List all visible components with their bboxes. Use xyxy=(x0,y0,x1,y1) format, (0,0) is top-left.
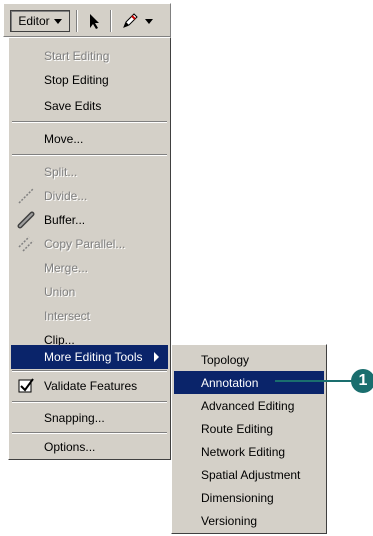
menu-item-label: Options... xyxy=(44,440,96,454)
submenu-item-dimensioning[interactable]: Dimensioning xyxy=(174,486,324,509)
submenu-item-label: Advanced Editing xyxy=(201,398,295,413)
menu-item-start-editing[interactable]: Start Editing xyxy=(11,44,168,68)
menu-item-label: Merge... xyxy=(44,261,89,275)
more-editing-tools-submenu: Topology Annotation Advanced Editing Rou… xyxy=(171,344,327,534)
menu-item-copy-parallel[interactable]: Copy Parallel... xyxy=(11,232,168,256)
submenu-item-label: Spatial Adjustment xyxy=(201,467,301,482)
callout-number: 1 xyxy=(358,372,368,389)
submenu-item-label: Network Editing xyxy=(201,444,286,459)
menu-item-intersect[interactable]: Intersect xyxy=(11,304,168,328)
menu-item-stop-editing[interactable]: Stop Editing xyxy=(11,68,168,92)
editor-dropdown-menu: Start Editing Stop Editing Save Edits Mo… xyxy=(8,37,171,460)
edit-arrow-icon[interactable] xyxy=(84,12,104,30)
toolbar-separator xyxy=(76,10,78,32)
menu-item-more-editing-tools[interactable]: More Editing Tools xyxy=(11,345,168,369)
menu-item-validate-features[interactable]: Validate Features xyxy=(11,374,168,398)
submenu-item-network-editing[interactable]: Network Editing xyxy=(174,440,324,463)
submenu-item-label: Topology xyxy=(201,352,250,367)
toolbar-separator xyxy=(110,10,112,32)
menu-item-label: Save Edits xyxy=(44,99,102,113)
submenu-item-spatial-adjustment[interactable]: Spatial Adjustment xyxy=(174,463,324,486)
menu-item-label: Intersect xyxy=(44,309,91,323)
divide-icon xyxy=(18,188,34,204)
menu-item-split[interactable]: Split... xyxy=(11,160,168,184)
submenu-item-versioning[interactable]: Versioning xyxy=(174,509,324,532)
validate-features-icon xyxy=(18,378,34,393)
menu-separator xyxy=(12,370,167,372)
submenu-item-label: Annotation xyxy=(201,375,259,390)
menu-item-merge[interactable]: Merge... xyxy=(11,256,168,280)
menu-item-label: Stop Editing xyxy=(44,73,109,87)
menu-separator xyxy=(12,154,167,156)
menu-item-label: Snapping... xyxy=(44,411,105,425)
submenu-item-topology[interactable]: Topology xyxy=(174,348,324,371)
menu-item-options[interactable]: Options... xyxy=(11,435,168,459)
submenu-item-label: Route Editing xyxy=(201,421,274,436)
editor-menu-label: Editor xyxy=(18,14,50,28)
menu-item-snapping[interactable]: Snapping... xyxy=(11,406,168,430)
submenu-item-label: Versioning xyxy=(201,513,258,528)
submenu-item-annotation[interactable]: Annotation xyxy=(174,371,324,394)
menu-item-label: Validate Features xyxy=(44,379,138,393)
menu-item-buffer[interactable]: Buffer... xyxy=(11,208,168,232)
menu-item-label: Start Editing xyxy=(44,49,110,63)
sketch-tool-dropdown[interactable] xyxy=(118,12,156,30)
editor-menu-button[interactable]: Editor xyxy=(10,10,70,32)
submenu-item-advanced-editing[interactable]: Advanced Editing xyxy=(174,394,324,417)
menu-item-label: Union xyxy=(44,285,76,299)
submenu-item-route-editing[interactable]: Route Editing xyxy=(174,417,324,440)
menu-item-label: Copy Parallel... xyxy=(44,237,126,251)
menu-item-save-edits[interactable]: Save Edits xyxy=(11,94,168,118)
menu-separator xyxy=(12,121,167,123)
callout-badge: 1 xyxy=(351,369,373,393)
menu-item-label: Split... xyxy=(44,165,78,179)
sketch-pencil-icon xyxy=(123,13,138,28)
menu-item-divide[interactable]: Divide... xyxy=(11,184,168,208)
buffer-icon xyxy=(17,211,35,229)
menu-item-union[interactable]: Union xyxy=(11,280,168,304)
submenu-item-label: Dimensioning xyxy=(201,490,274,505)
menu-item-move[interactable]: Move... xyxy=(11,127,168,151)
chevron-down-icon xyxy=(145,18,153,24)
menu-item-label: Divide... xyxy=(44,189,88,203)
callout-pointer-line xyxy=(275,380,355,382)
copy-parallel-icon xyxy=(18,236,34,252)
editor-toolbar: Editor xyxy=(3,3,171,37)
submenu-arrow-icon xyxy=(154,352,159,362)
chevron-down-icon xyxy=(53,18,62,24)
menu-separator xyxy=(12,432,167,434)
menu-item-label: Buffer... xyxy=(44,213,86,227)
menu-item-label: More Editing Tools xyxy=(44,350,143,364)
menu-item-label: Move... xyxy=(44,132,84,146)
menu-separator xyxy=(12,401,167,403)
